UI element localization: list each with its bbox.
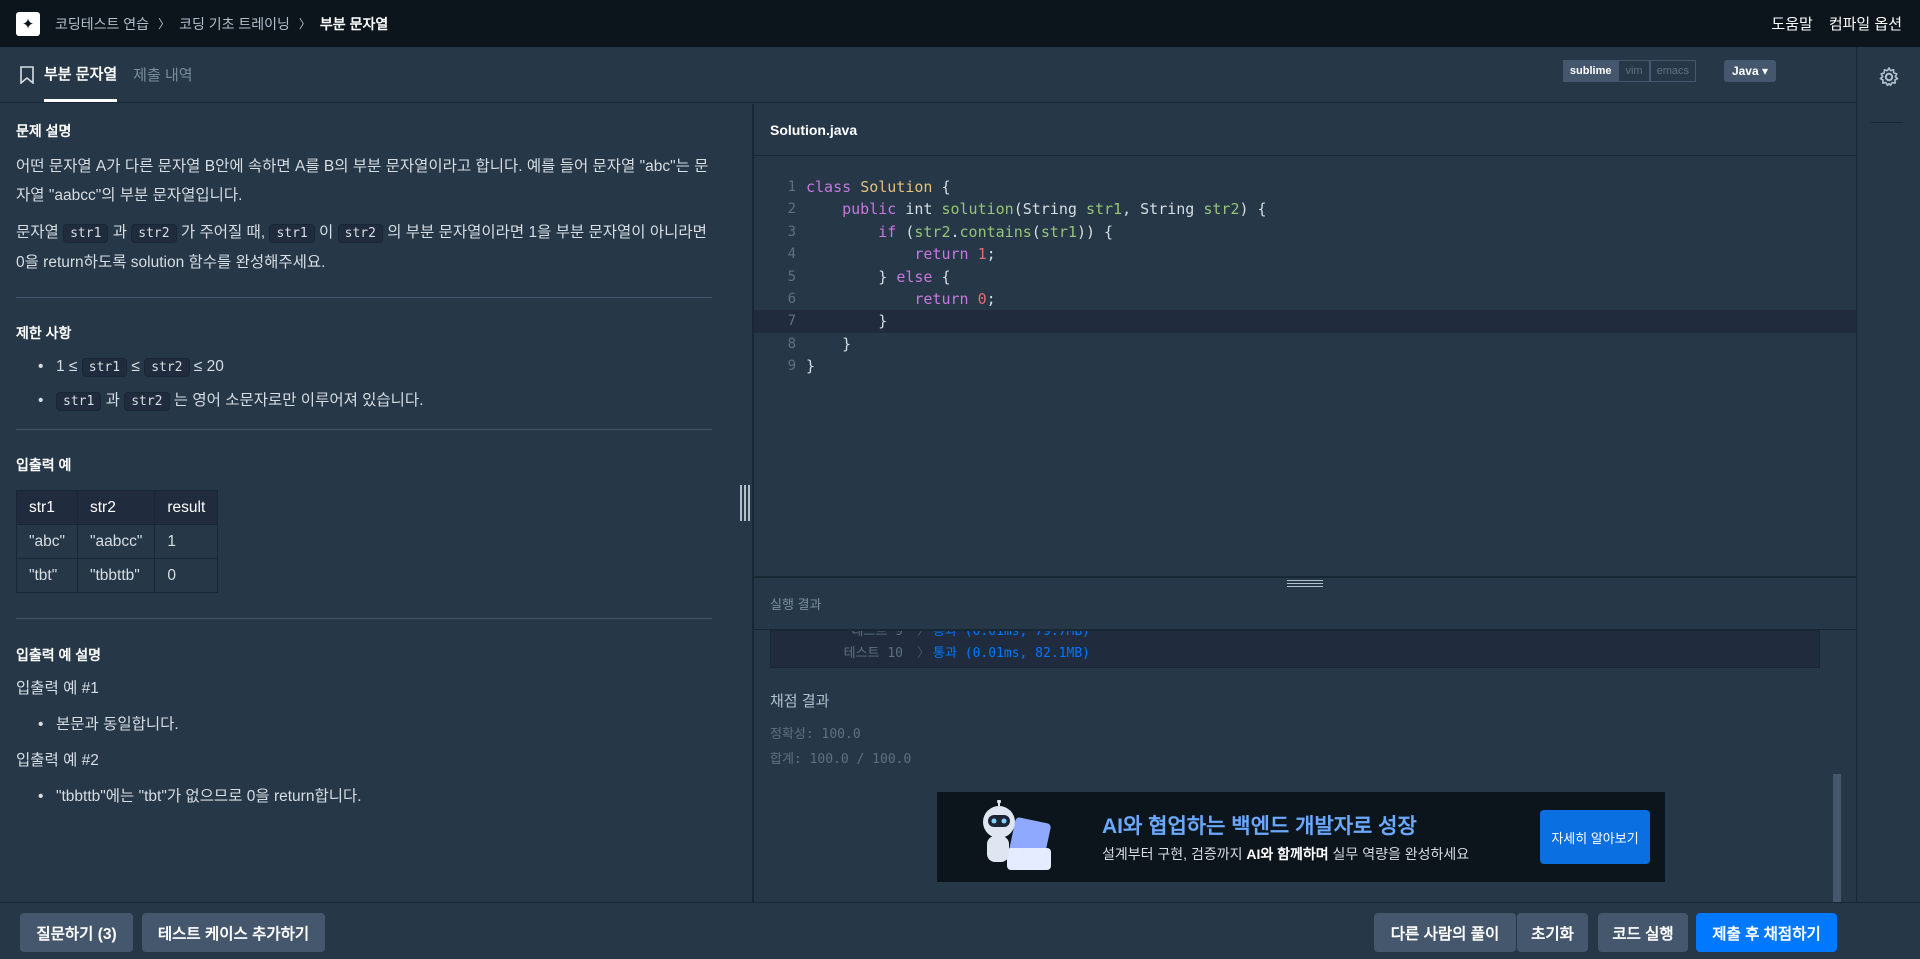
grade-title: 채점 결과 (770, 693, 830, 710)
top-nav: ✦ 코딩테스트 연습 〉 코딩 기초 트레이닝 〉 부분 문자열 도움말 컴파일… (0, 0, 1920, 47)
breadcrumb: 코딩테스트 연습 〉 코딩 기초 트레이닝 〉 부분 문자열 (55, 14, 388, 34)
ask-question-button[interactable]: 질문하기 (3) (20, 913, 133, 952)
io-table: str1 str2 result "abc" "aabcc" 1 "tbt" "… (16, 490, 219, 593)
table-header: str2 (76, 490, 156, 525)
mode-sublime[interactable]: sublime (1562, 60, 1619, 82)
gear-icon[interactable] (1879, 67, 1899, 87)
table-cell: "abc" (16, 524, 78, 559)
section-title-limits: 제한 사항 (16, 325, 72, 341)
breadcrumb-separator: 〉 (298, 17, 311, 31)
other-solutions-button[interactable]: 다른 사람의 풀이 (1374, 913, 1516, 952)
section-divider (16, 618, 712, 619)
section-title-io: 입출력 예 (16, 457, 72, 473)
inline-code: str1 (63, 224, 109, 243)
tab-submissions[interactable]: 제출 내역 (133, 47, 192, 102)
code-line: 6 return 0; (787, 289, 996, 308)
grade-total: 합계: 100.0 / 100.0 (770, 752, 912, 767)
problem-panel[interactable]: 문제 설명 어떤 문자열 A가 다른 문자열 B안에 속하면 A를 B의 부분 … (0, 104, 752, 902)
code-line-active: 7 } (754, 310, 1856, 333)
table-row: "tbt" "tbbttb" 0 (16, 558, 219, 593)
language-select[interactable]: Java ▾ (1723, 60, 1776, 82)
inline-code: str1 (269, 224, 315, 243)
table-row: "abc" "aabcc" 1 (16, 524, 219, 559)
breadcrumb-current: 부분 문자열 (319, 15, 389, 32)
bottom-toolbar: 질문하기 (3) 테스트 케이스 추가하기 다른 사람의 풀이 초기화 코드 실… (0, 902, 1920, 959)
table-cell: "tbt" (16, 558, 78, 593)
section-title-io-desc: 입출력 예 설명 (16, 647, 102, 663)
grade-accuracy: 정확성: 100.0 (770, 727, 861, 742)
description-paragraph: 문자열 str1 과 str2 가 주어질 때, str1 이 str2 의 부… (16, 224, 707, 271)
table-cell: 1 (154, 524, 219, 559)
code-area[interactable]: 1 class Solution { 2 public int solution(… (754, 176, 1856, 378)
breadcrumb-item[interactable]: 코딩테스트 연습 (55, 14, 149, 34)
tab-problem[interactable]: 부분 문자열 (44, 47, 118, 102)
example-title: 입출력 예 #2 (16, 752, 99, 769)
divider (1871, 122, 1903, 123)
ad-learn-more-button[interactable]: 자세히 알아보기 (1540, 810, 1650, 864)
section-title-description: 문제 설명 (16, 123, 72, 139)
code-line: 9} (787, 357, 816, 376)
inline-code: str2 (131, 224, 177, 243)
robot-icon (983, 800, 1051, 870)
file-tab: Solution.java (754, 104, 1856, 156)
section-divider (16, 429, 712, 430)
code-line: 4 return 1; (787, 245, 996, 264)
mode-vim[interactable]: vim (1618, 60, 1650, 82)
ad-title: AI와 협업하는 백엔드 개발자로 성장 (1102, 815, 1417, 838)
list-item: 1 ≤ str1 ≤ str2 ≤ 20 (16, 354, 712, 381)
code-editor[interactable]: Solution.java 1 class Solution { 2 public… (754, 104, 1856, 576)
code-line: 1 class Solution { (787, 178, 951, 196)
scrollbar[interactable] (1833, 774, 1841, 902)
settings-sidebar (1856, 47, 1920, 903)
result-header: 실행 결과 (754, 578, 1856, 630)
help-link[interactable]: 도움말 (1771, 13, 1812, 34)
ad-banner[interactable]: AI와 협업하는 백엔드 개발자로 성장 설계부터 구현, 검증까지 AI와 함… (937, 792, 1665, 882)
logo-icon[interactable]: ✦ (16, 11, 40, 36)
section-divider (16, 297, 712, 298)
bookmark-icon[interactable] (20, 66, 34, 84)
code-line: 5 } else { (787, 267, 951, 286)
example-title: 입출력 예 #1 (16, 680, 99, 697)
example-list: "tbbttb"에는 "tbt"가 없으므로 0을 return합니다. (16, 786, 712, 808)
table-cell: 0 (154, 558, 219, 593)
ad-subtitle: 설계부터 구현, 검증까지 AI와 함께하며 실무 역량을 완성하세요 (1102, 846, 1470, 862)
compile-options-link[interactable]: 컴파일 옵션 (1829, 13, 1902, 34)
code-line: 3 if (str2.contains(str1)) { (787, 222, 1114, 241)
limit-list: 1 ≤ str1 ≤ str2 ≤ 20 str1 과 str2 는 영어 소문… (16, 354, 712, 415)
test-row: 테스트 9 〉 통과 (0.01ms, 79.7MB) (851, 630, 1090, 639)
submit-button[interactable]: 제출 후 채점하기 (1696, 913, 1837, 952)
description-paragraph: 어떤 문자열 A가 다른 문자열 B안에 속하면 A를 B의 부분 문자열이라고… (16, 158, 709, 204)
inline-code: str2 (337, 224, 383, 243)
list-item: str1 과 str2 는 영어 소문자로만 이루어져 있습니다. (16, 388, 712, 415)
breadcrumb-item[interactable]: 코딩 기초 트레이닝 (179, 14, 290, 34)
code-line: 2 public int solution(String str1, Strin… (787, 200, 1267, 219)
test-row: 테스트 10 〉 통과 (0.01ms, 82.1MB) (843, 646, 1090, 661)
splitter-handle-icon[interactable] (740, 485, 750, 521)
table-cell: "aabcc" (76, 524, 156, 559)
run-code-button[interactable]: 코드 실행 (1598, 913, 1688, 952)
editor-mode-group: sublime vim emacs (1562, 60, 1696, 82)
code-line: 8 } (787, 334, 852, 353)
table-header: str1 (16, 490, 78, 525)
list-item: 본문과 동일합니다. (16, 714, 712, 736)
list-item: "tbbttb"에는 "tbt"가 없으므로 0을 return합니다. (16, 786, 712, 808)
tab-bar: 부분 문자열 제출 내역 sublime vim emacs Java ▾ (0, 47, 1856, 103)
mode-emacs[interactable]: emacs (1649, 60, 1696, 82)
table-cell: "tbbttb" (76, 558, 156, 593)
breadcrumb-separator: 〉 (158, 17, 171, 31)
table-header: result (154, 490, 219, 525)
reset-button[interactable]: 초기화 (1517, 913, 1588, 952)
example-list: 본문과 동일합니다. (16, 714, 712, 736)
add-test-case-button[interactable]: 테스트 케이스 추가하기 (142, 913, 325, 952)
test-output-box[interactable]: 테스트 9 〉 통과 (0.01ms, 79.7MB) 테스트 10 〉 통과 (0.0… (770, 630, 1820, 668)
